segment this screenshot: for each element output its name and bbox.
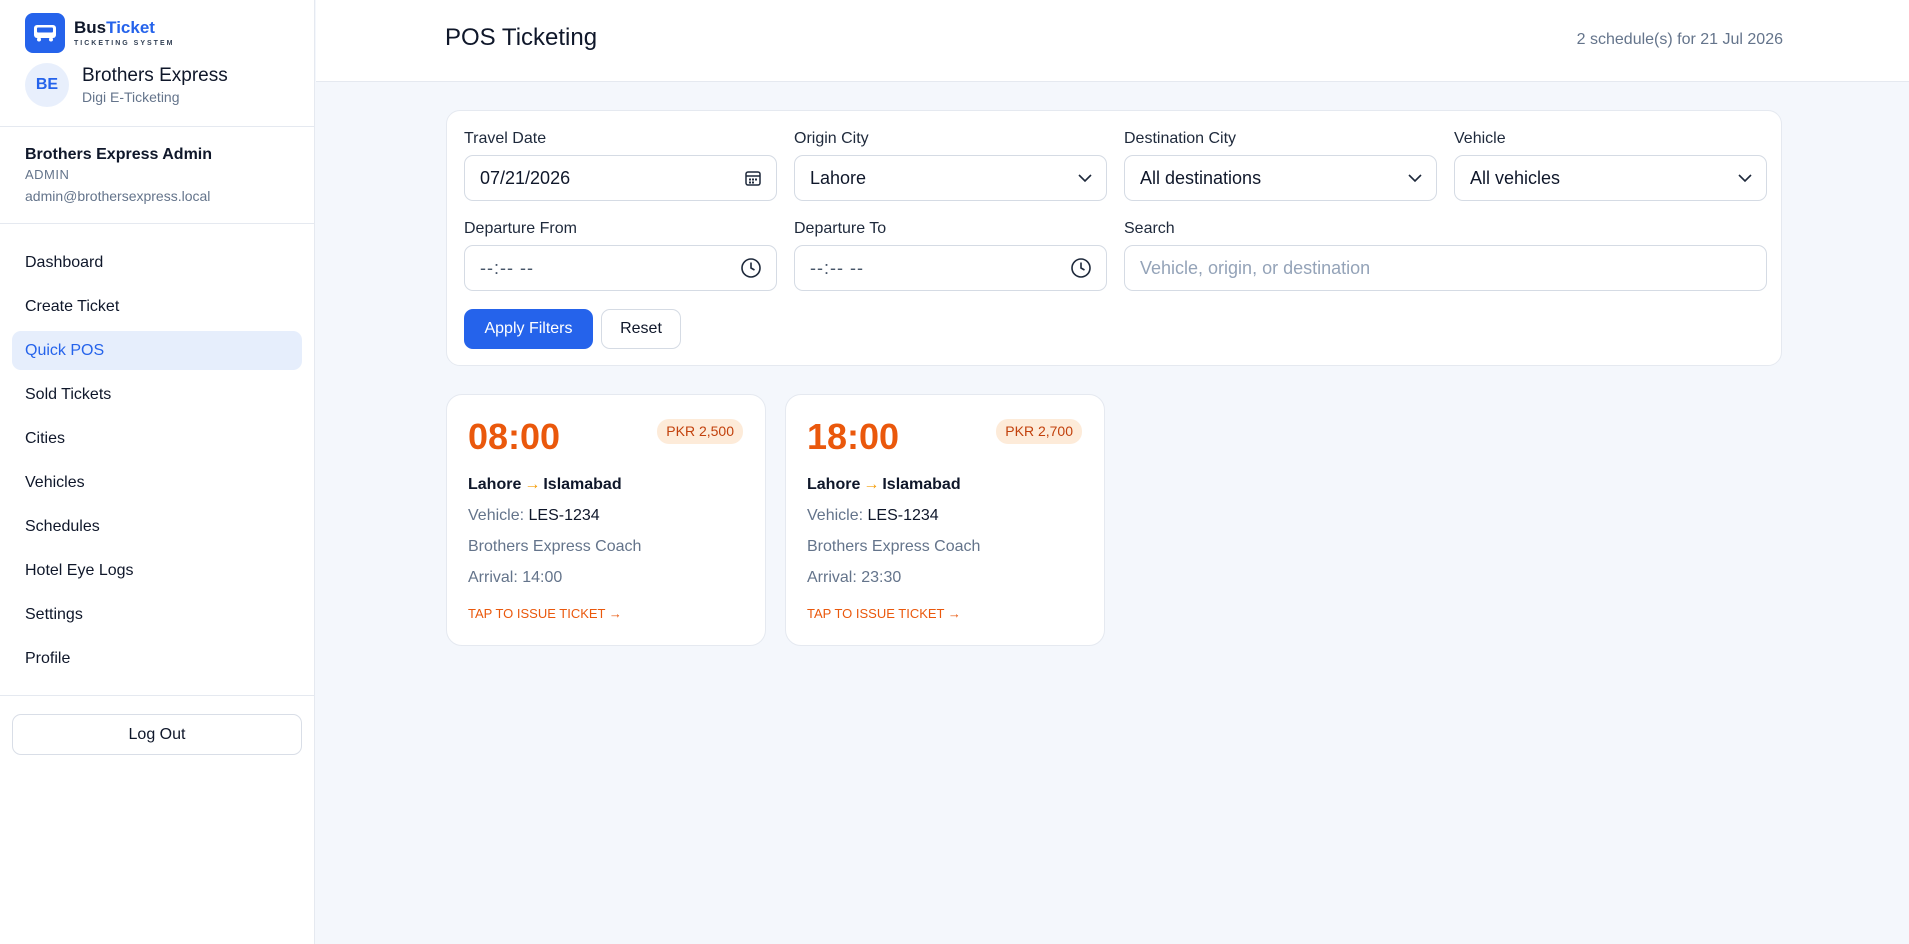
travel-date-label: Travel Date [464,130,547,147]
sidebar-item-schedules[interactable]: Schedules [12,507,302,546]
destination-city-field: Destination City All destinations [1124,129,1437,201]
departure-to-label: Departure To [794,220,887,237]
page-title: POS Ticketing [445,24,598,51]
arrow-right-icon: → [524,476,541,493]
price-badge: PKR 2,500 [657,419,743,444]
departure-to-input[interactable]: --:-- -- [794,245,1107,291]
destination-city-value: All destinations [1140,167,1262,188]
user-email: admin@brothersexpress.local [25,188,211,204]
travel-date-value: 07/21/2026 [480,167,571,188]
chevron-down-icon [1738,173,1752,183]
route-destination: Islamabad [543,476,622,493]
vehicle-info: Vehicle: LES-1234 [468,506,600,526]
org-avatar: BE [25,63,69,107]
vehicle-number: LES-1234 [867,507,939,524]
sidebar-item-settings[interactable]: Settings [12,595,302,634]
origin-city-field: Origin City Lahore [794,129,1107,201]
destination-city-select[interactable]: All destinations [1124,155,1437,201]
travel-date-field: Travel Date 07/21/2026 [464,129,777,201]
clock-icon[interactable] [1070,257,1092,279]
arrival-time: Arrival: 14:00 [468,569,563,586]
origin-city-label: Origin City [794,130,869,147]
sidebar-item-vehicles[interactable]: Vehicles [12,463,302,502]
origin-city-value: Lahore [810,167,867,188]
issue-ticket-link[interactable]: TAP TO ISSUE TICKET → [468,606,622,622]
route-destination: Islamabad [882,476,961,493]
vehicle-value: All vehicles [1470,167,1561,188]
arrival-time: Arrival: 23:30 [807,569,902,586]
sidebar-item-dashboard[interactable]: Dashboard [12,243,302,282]
sidebar-item-cities[interactable]: Cities [12,419,302,458]
search-placeholder: Vehicle, origin, or destination [1140,257,1371,278]
brand-name-part2: Ticket [106,17,155,37]
sidebar-item-profile[interactable]: Profile [12,639,302,678]
org-subtitle: Digi E-Ticketing [82,89,180,105]
sidebar: BusTicket TICKETING SYSTEM BE Brothers E… [0,0,315,944]
filters-panel: Travel Date 07/21/2026 Origin City Lahor… [446,110,1782,366]
route: Lahore → Islamabad [807,475,961,495]
clock-icon[interactable] [740,257,762,279]
coach-name: Brothers Express Coach [807,538,981,555]
org-info: BE Brothers Express Digi E-Ticketing [25,63,228,107]
schedule-count: 2 schedule(s) for 21 Jul 2026 [1576,31,1783,48]
divider [0,126,315,127]
sidebar-nav: Dashboard Create Ticket Quick POS Sold T… [12,243,302,683]
travel-date-input[interactable]: 07/21/2026 [464,155,777,201]
issue-ticket-link[interactable]: TAP TO ISSUE TICKET → [807,606,961,622]
vehicle-label: Vehicle [1454,130,1506,147]
divider [0,695,315,696]
sidebar-item-sold-tickets[interactable]: Sold Tickets [12,375,302,414]
search-label: Search [1124,220,1175,237]
search-input[interactable]: Vehicle, origin, or destination [1124,245,1767,291]
brand-name-part1: Bus [74,17,107,37]
chevron-down-icon [1078,173,1092,183]
coach-name: Brothers Express Coach [468,538,642,555]
arrow-right-icon: → [863,476,880,493]
user-info: Brothers Express Admin ADMIN admin@broth… [25,144,212,206]
sidebar-item-quick-pos[interactable]: Quick POS [12,331,302,370]
departure-from-value: --:-- -- [480,257,534,278]
vehicle-label: Vehicle: [468,507,525,524]
departure-to-field: Departure To --:-- -- [794,219,1107,291]
schedule-card[interactable]: 18:00 PKR 2,700 Lahore → Islamabad Vehicle… [785,394,1105,646]
vehicle-field: Vehicle All vehicles [1454,129,1767,201]
departure-time: 08:00 [468,416,561,457]
schedule-card[interactable]: 08:00 PKR 2,500 Lahore → Islamabad Vehicle… [446,394,766,646]
brand-subtitle: TICKETING SYSTEM [74,39,175,47]
route-origin: Lahore [468,476,522,493]
destination-city-label: Destination City [1124,130,1237,147]
departure-to-value: --:-- -- [810,257,864,278]
route-origin: Lahore [807,476,861,493]
org-name: Brothers Express [82,65,228,86]
divider [0,223,315,224]
route: Lahore → Islamabad [468,475,622,495]
chevron-down-icon [1408,173,1422,183]
bus-icon [25,13,65,53]
sidebar-item-hotel-eye-logs[interactable]: Hotel Eye Logs [12,551,302,590]
origin-city-select[interactable]: Lahore [794,155,1107,201]
vehicle-label: Vehicle: [807,507,864,524]
sidebar-item-create-ticket[interactable]: Create Ticket [12,287,302,326]
logout-button[interactable]: Log Out [12,714,302,755]
price-badge: PKR 2,700 [996,419,1082,444]
search-field: Search Vehicle, origin, or destination [1124,219,1767,291]
page-header: POS Ticketing 2 schedule(s) for 21 Jul 2… [316,0,1909,82]
user-name: Brothers Express Admin [25,146,213,163]
apply-filters-button[interactable]: Apply Filters [464,309,593,349]
user-role: ADMIN [25,167,70,182]
reset-button[interactable]: Reset [601,309,681,349]
vehicle-number: LES-1234 [528,507,600,524]
departure-time: 18:00 [807,416,900,457]
calendar-icon[interactable] [744,169,762,187]
vehicle-info: Vehicle: LES-1234 [807,506,939,526]
brand-name: BusTicket [74,18,174,38]
departure-from-input[interactable]: --:-- -- [464,245,777,291]
departure-from-label: Departure From [464,220,577,237]
vehicle-select[interactable]: All vehicles [1454,155,1767,201]
brand[interactable]: BusTicket TICKETING SYSTEM [25,13,174,53]
departure-from-field: Departure From --:-- -- [464,219,777,291]
